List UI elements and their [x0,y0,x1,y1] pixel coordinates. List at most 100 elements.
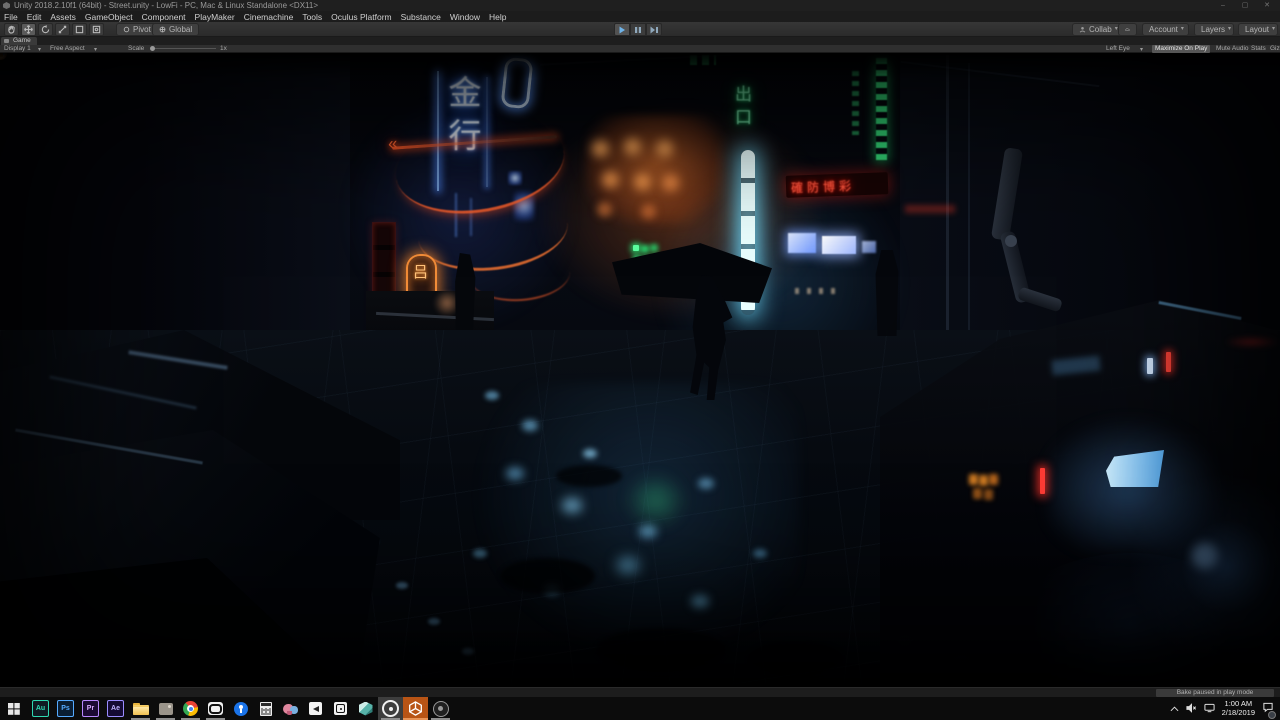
menu-help[interactable]: Help [489,12,506,22]
hand-tool-button[interactable] [4,23,19,36]
menu-playmaker[interactable]: PlayMaker [195,12,235,22]
step-button[interactable] [646,23,662,36]
calculator-icon [260,702,272,716]
maximize-on-play-toggle[interactable]: Maximize On Play [1152,45,1210,53]
display-dropdown[interactable]: Display 1 [4,45,31,53]
wheel-icon [433,701,449,717]
gizmos-dropdown[interactable]: Gizmos [1270,45,1280,53]
rect-icon [75,25,84,34]
layers-label: Layers [1201,24,1225,35]
menu-component[interactable]: Component [142,12,186,22]
menu-tools[interactable]: Tools [302,12,322,22]
eye-dropdown[interactable]: Left Eye [1106,45,1130,53]
play-button[interactable] [614,23,630,36]
rect-tool-button[interactable] [72,23,87,36]
mute-audio-toggle[interactable]: Mute Audio [1216,45,1249,53]
transform-icon [92,25,101,34]
scale-slider-track[interactable] [152,48,216,49]
account-dropdown-button[interactable]: Account ▾ [1142,23,1189,36]
start-button[interactable] [0,697,28,720]
rotate-tool-button[interactable] [38,23,53,36]
move-tool-button[interactable] [21,23,36,36]
collab-dropdown-button[interactable]: Collab ▾ [1072,23,1125,36]
network-icon[interactable] [1204,700,1215,718]
red-marker-light [1166,352,1171,372]
media-icon [309,702,322,715]
menu-cinemachine[interactable]: Cinemachine [244,12,294,22]
maximize-icon[interactable]: ▢ [1234,0,1256,11]
camera-icon [334,702,347,715]
taskbar-paint-3d[interactable] [278,697,303,720]
aspect-dropdown[interactable]: Free Aspect [50,45,85,53]
taskbar-media-app[interactable] [303,697,328,720]
green-reflection [625,473,687,529]
taskbar-camera-app[interactable] [328,697,353,720]
minimize-icon[interactable]: – [1212,0,1234,11]
scale-slider-thumb[interactable] [150,46,155,51]
layout-dropdown-button[interactable]: Layout ▾ [1238,23,1278,36]
taskbar-screen-recorder[interactable] [378,697,403,720]
pause-icon [634,26,642,34]
globe-icon [159,26,166,33]
menu-substance[interactable]: Substance [401,12,441,22]
taskbar-adobe-audition[interactable]: Au [28,697,53,720]
action-center-icon[interactable] [1262,700,1274,718]
taskbar-game-hub[interactable] [428,697,453,720]
transform-tool-button[interactable] [89,23,104,36]
brain-icon [283,703,298,715]
menu-assets[interactable]: Assets [50,12,76,22]
stats-toggle[interactable]: Stats [1251,45,1266,53]
window-title: Unity 2018.2.10f1 (64bit) - Street.unity… [14,0,318,11]
menu-bar: File Edit Assets GameObject Component Pl… [0,11,1280,22]
collab-label: Collab [1089,24,1112,35]
taskbar-calculator[interactable] [253,697,278,720]
taskbar-unity-editor[interactable] [403,697,428,720]
taskbar-adobe-after-effects[interactable]: Ae [103,697,128,720]
taskbar-chrome[interactable] [178,697,203,720]
menu-gameobject[interactable]: GameObject [85,12,133,22]
game-view-toolbar: Display 1 ▾ Free Aspect ▾ Scale 1x Left … [0,45,1280,53]
menu-file[interactable]: File [4,12,18,22]
layout-label: Layout [1245,24,1269,35]
scale-tool-button[interactable] [55,23,70,36]
volume-icon[interactable] [1186,700,1197,718]
game-tab-icon [4,39,9,43]
orange-sign-haze [585,115,725,225]
taskbar-adobe-premiere[interactable]: Pr [78,697,103,720]
scene-top-fade [0,53,1280,79]
main-toolbar: Pivot Global Collab ▾ Account [0,22,1280,37]
global-toggle-button[interactable]: Global [152,23,199,36]
cloud-button[interactable] [1118,23,1137,36]
right-building [900,53,1280,353]
system-tray: 1:00 AM 2/18/2019 [1170,697,1280,720]
taskbar-oculus[interactable] [203,697,228,720]
photos-icon [159,703,173,715]
taskbar-file-explorer[interactable] [128,697,153,720]
play-icon [618,26,626,34]
record-icon [382,700,399,717]
close-icon[interactable]: ✕ [1256,0,1278,11]
taskbar-adobe-photoshop[interactable]: Ps [53,697,78,720]
pivot-label: Pivot [133,24,151,35]
tray-expand-chevron-icon[interactable] [1170,700,1179,718]
notification-badge [1268,711,1276,719]
taskbar-maps-app[interactable] [228,697,253,720]
green-led-panel [633,245,639,251]
game-viewport[interactable]: 金行 « 出口 確防博彩 [0,53,1280,687]
title-bar[interactable]: Unity 2018.2.10f1 (64bit) - Street.unity… [0,0,1280,11]
layers-dropdown-button[interactable]: Layers ▾ [1194,23,1234,36]
photoshop-icon: Ps [57,700,74,717]
premiere-icon: Pr [82,700,99,717]
windows-taskbar: Au Ps Pr Ae [0,697,1280,720]
taskbar-photos-app[interactable] [153,697,178,720]
menu-oculus-platform[interactable]: Oculus Platform [331,12,391,22]
tab-game[interactable]: Game [1,37,37,45]
scene-bottom-fade [0,627,1280,687]
menu-edit[interactable]: Edit [27,12,42,22]
pause-button[interactable] [630,23,646,36]
taskbar-3d-viewer[interactable] [353,697,378,720]
unity-window: Unity 2018.2.10f1 (64bit) - Street.unity… [0,0,1280,720]
caret-down-icon: ▾ [1228,24,1231,35]
tray-clock[interactable]: 1:00 AM 2/18/2019 [1222,700,1255,717]
menu-window[interactable]: Window [450,12,480,22]
